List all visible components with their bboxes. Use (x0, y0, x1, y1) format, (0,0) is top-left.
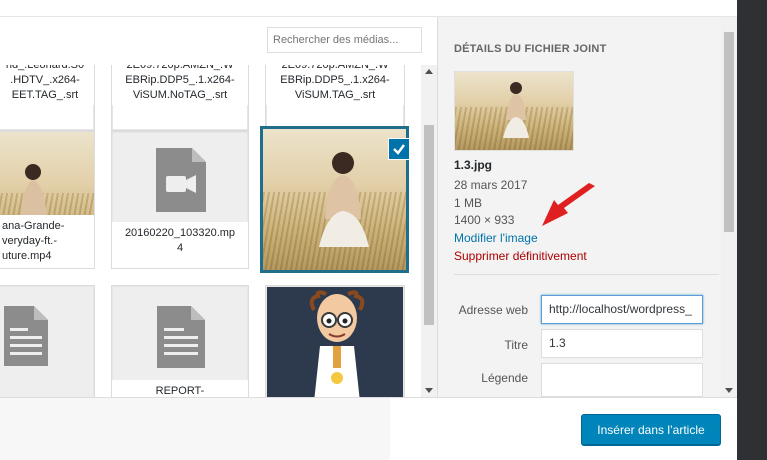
caption-field[interactable] (541, 363, 703, 397)
scrollbar-thumb[interactable] (424, 125, 434, 325)
edit-image-link[interactable]: Modifier l'image (454, 231, 538, 245)
media-tile-filename: ana-Grande- veryday-ft.- uture.mp4 (0, 215, 94, 268)
scrollbar-thumb[interactable] (724, 32, 734, 232)
sidebar-divider (454, 274, 719, 275)
media-search-input[interactable] (267, 27, 422, 53)
document-file-icon (4, 306, 48, 366)
title-field-label: Titre (504, 338, 528, 352)
media-tile-image[interactable] (265, 285, 405, 397)
woman-figure (503, 82, 529, 138)
media-tile-selected[interactable] (260, 126, 409, 273)
media-grid: nd_.Leonard.S0 .HDTV_.x264- EET.TAG_.srt… (0, 17, 420, 397)
sidebar-scrollbar[interactable] (721, 17, 737, 397)
modal-top-strip (0, 0, 737, 17)
caption-field-label: Légende (481, 371, 528, 385)
media-tile[interactable]: 2E09.720p.AMZN_.W EBRip.DDP5_.1.x264- Vi… (265, 55, 405, 131)
media-tile-video[interactable]: 20160220_103320.mp 4 (111, 131, 249, 269)
scroll-up-icon[interactable] (425, 69, 433, 74)
scroll-down-icon[interactable] (425, 388, 433, 393)
media-tile[interactable]: nd_.Leonard.S0 .HDTV_.x264- EET.TAG_.srt (0, 55, 95, 131)
media-tile-video[interactable]: ana-Grande- veryday-ft.- uture.mp4 (0, 131, 95, 269)
attachment-dimensions: 1400 × 933 (454, 213, 515, 227)
url-field[interactable]: http://localhost/wordpress_ (541, 295, 703, 324)
attachment-filename: 1.3.jpg (454, 158, 493, 172)
attachment-filesize: 1 MB (454, 196, 483, 210)
woman-figure (21, 164, 47, 220)
video-file-icon (156, 148, 206, 212)
media-tile-document[interactable]: REPORT- (111, 285, 249, 397)
url-field-label: Adresse web (458, 303, 528, 317)
media-tile-document[interactable] (0, 285, 95, 397)
attachment-details-title: DÉTAILS DU FICHIER JOINT (454, 43, 607, 55)
title-field[interactable]: 1.3 (541, 329, 703, 358)
insert-into-post-button[interactable]: Insérer dans l’article (581, 414, 721, 446)
cartoon-scientist (309, 290, 365, 397)
selected-check-icon[interactable] (388, 138, 410, 160)
woman-figure (319, 152, 369, 247)
scroll-down-icon[interactable] (725, 388, 733, 393)
document-file-icon (157, 306, 205, 368)
annotation-arrow-icon (542, 183, 595, 226)
media-tile-filename: REPORT- (112, 380, 248, 397)
delete-permanently-link[interactable]: Supprimer définitivement (454, 249, 587, 263)
media-tile-filename: 20160220_103320.mp 4 (112, 222, 248, 268)
modal-backdrop (737, 0, 767, 460)
attachment-thumbnail (454, 71, 574, 151)
attachment-date: 28 mars 2017 (454, 178, 528, 192)
media-tile[interactable]: 2E09.720p.AMZN_.W EBRip.DDP5_.1.x264- Vi… (111, 55, 249, 131)
media-grid-scrollbar[interactable] (421, 65, 437, 397)
